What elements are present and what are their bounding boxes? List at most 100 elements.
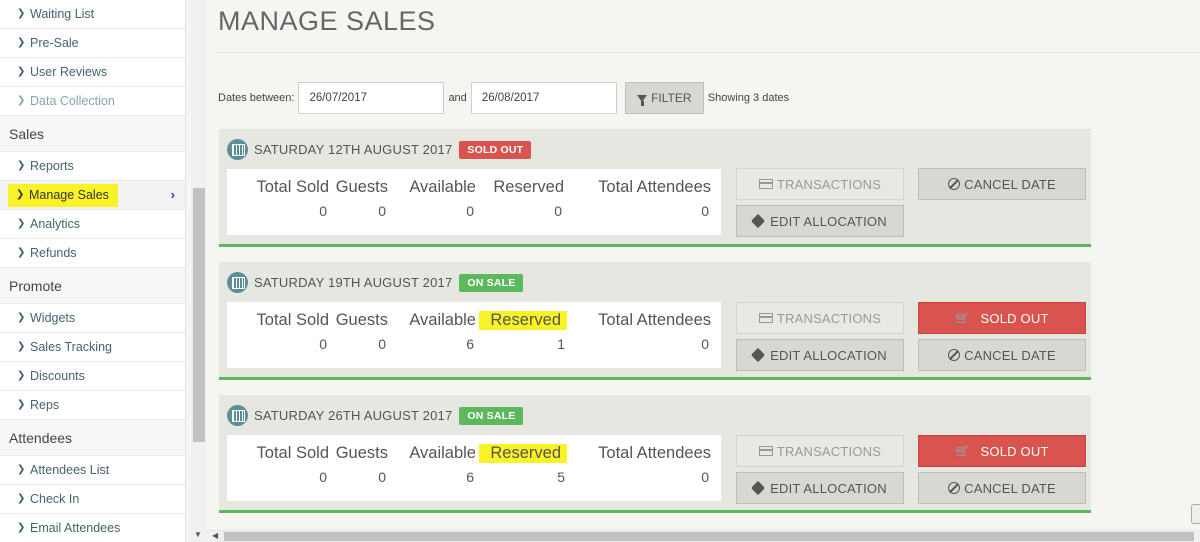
stat-label: Total Attendees — [598, 444, 711, 462]
stat-label: Total Attendees — [598, 311, 711, 329]
date-title: SATURDAY 19TH AUGUST 2017 — [254, 275, 453, 290]
sidebar-item-manage-sales[interactable]: ❯ Manage Sales › — [0, 181, 185, 210]
edit-allocation-button[interactable]: EDIT ALLOCATION — [736, 339, 904, 371]
sidebar-item-reports[interactable]: ❯ Reports — [0, 152, 185, 181]
date-card-header: SATURDAY 12TH AUGUST 2017 SOLD OUT — [227, 139, 532, 160]
sidebar-item-check-in[interactable]: ❯ Check In — [0, 485, 185, 514]
chevron-right-icon: ❯ — [17, 341, 26, 352]
stat-available: Available 0 — [398, 178, 476, 219]
date-filter: Dates between: and FILTER Showing 3 date… — [218, 82, 789, 114]
transactions-button[interactable]: TRANSACTIONS — [736, 302, 904, 334]
stat-value: 0 — [378, 336, 386, 352]
credit-card-icon — [758, 313, 773, 323]
sidebar-item-sales-tracking[interactable]: ❯ Sales Tracking — [0, 333, 185, 362]
sidebar-item-label: Sales Tracking — [30, 340, 112, 354]
chevron-right-icon: ❯ — [17, 522, 26, 533]
credit-card-icon — [758, 179, 773, 189]
cart-icon: 🛒 — [955, 311, 971, 325]
start-date-input[interactable] — [298, 82, 445, 114]
stat-value: 0 — [701, 336, 709, 352]
stat-label: Available — [409, 311, 476, 329]
button-label: SOLD OUT — [980, 310, 1049, 326]
stat-guests: Guests 0 — [332, 178, 388, 219]
sidebar-item-pre-sale[interactable]: ❯ Pre-Sale — [0, 29, 185, 58]
sold-out-button[interactable]: 🛒 SOLD OUT — [918, 435, 1086, 467]
button-label: TRANSACTIONS — [776, 443, 882, 459]
horizontal-scrollbar-thumb[interactable] — [224, 532, 1194, 541]
sold-out-button[interactable]: 🛒 SOLD OUT — [918, 302, 1086, 334]
stat-label: Total Sold — [256, 178, 329, 196]
date-card: SATURDAY 19TH AUGUST 2017 ON SALE Total … — [219, 262, 1091, 380]
side-panel-handle[interactable] — [1191, 504, 1200, 524]
tag-icon — [751, 213, 766, 229]
sidebar-item-waiting-list[interactable]: ❯ Waiting List — [0, 0, 185, 29]
scroll-left-arrow-icon[interactable]: ◀ — [212, 531, 218, 540]
calendar-icon — [227, 139, 248, 160]
stat-label-highlighted: Reserved — [479, 311, 567, 330]
button-label: TRANSACTIONS — [776, 310, 882, 326]
stat-reserved: Reserved 1 — [479, 311, 567, 352]
credit-card-icon — [758, 446, 773, 456]
stat-value: 0 — [378, 203, 386, 219]
stat-label-highlighted: Reserved — [479, 444, 567, 463]
tag-icon — [751, 480, 766, 496]
button-label: TRANSACTIONS — [776, 176, 882, 192]
transactions-button[interactable]: TRANSACTIONS — [736, 435, 904, 467]
sidebar-item-label: Widgets — [30, 311, 76, 325]
date-card: SATURDAY 12TH AUGUST 2017 SOLD OUT Total… — [219, 129, 1091, 247]
sidebar-item-attendees-list[interactable]: ❯ Attendees List — [0, 456, 185, 485]
stats-panel: Total Sold 0 Guests 0 Available 0 Reserved 0… — [227, 169, 721, 235]
chevron-right-icon: ❯ — [17, 160, 26, 171]
end-date-input[interactable] — [470, 82, 617, 114]
cancel-date-button[interactable]: CANCEL DATE — [918, 472, 1086, 504]
cart-icon: 🛒 — [955, 444, 971, 458]
sidebar-item-label: Reps — [30, 398, 60, 412]
edit-allocation-button[interactable]: EDIT ALLOCATION — [736, 205, 904, 237]
stat-value: 0 — [319, 469, 327, 485]
stat-guests: Guests 0 — [332, 311, 388, 352]
dates-between-label: Dates between: — [218, 92, 295, 104]
active-arrow-icon: › — [170, 187, 175, 202]
chevron-right-icon: ❯ — [17, 464, 26, 475]
date-title: SATURDAY 26TH AUGUST 2017 — [254, 408, 453, 423]
sidebar-item-analytics[interactable]: ❯ Analytics — [0, 210, 185, 239]
stat-total-attendees: Total Attendees 0 — [581, 178, 711, 219]
transactions-button[interactable]: TRANSACTIONS — [736, 168, 904, 200]
button-label: EDIT ALLOCATION — [770, 213, 887, 229]
stats-panel: Total Sold 0 Guests 0 Available 6 Reserved 1… — [227, 302, 721, 368]
stat-total-attendees: Total Attendees 0 — [581, 311, 711, 352]
sidebar-item-label: Email Attendees — [30, 521, 121, 535]
edit-allocation-button[interactable]: EDIT ALLOCATION — [736, 472, 904, 504]
sidebar-item-label: Pre-Sale — [30, 36, 79, 50]
sidebar-item-data-collection[interactable]: ❯ Data Collection — [0, 87, 185, 116]
stat-label: Guests — [335, 444, 388, 462]
filter-button[interactable]: FILTER — [624, 82, 704, 114]
sidebar-item-widgets[interactable]: ❯ Widgets — [0, 304, 185, 333]
sidebar-item-label: Discounts — [30, 369, 85, 383]
sidebar-item-user-reviews[interactable]: ❯ User Reviews — [0, 58, 185, 87]
chevron-right-icon: ❯ — [17, 95, 26, 106]
sidebar-scrollbar-thumb[interactable] — [193, 188, 205, 442]
stat-value: 0 — [701, 203, 709, 219]
sidebar-item-email-attendees[interactable]: ❯ Email Attendees — [0, 514, 185, 542]
sidebar-item-label: Waiting List — [30, 7, 95, 21]
status-badge: ON SALE — [459, 273, 524, 292]
cancel-date-button[interactable]: CANCEL DATE — [918, 339, 1086, 371]
sidebar-item-reps[interactable]: ❯ Reps — [0, 391, 185, 420]
cancel-date-button[interactable]: CANCEL DATE — [918, 168, 1086, 200]
sidebar-group-attendees: Attendees — [0, 420, 185, 456]
sidebar-item-refunds[interactable]: ❯ Refunds — [0, 239, 185, 268]
button-label: SOLD OUT — [980, 443, 1049, 459]
sidebar-item-label: Analytics — [30, 217, 81, 231]
stat-total-attendees: Total Attendees 0 — [581, 444, 711, 485]
sidebar-item-highlight: ❯ Manage Sales — [8, 183, 118, 207]
scroll-down-arrow-icon[interactable]: ▼ — [194, 530, 202, 539]
stat-value: 0 — [319, 203, 327, 219]
stat-value: 0 — [554, 203, 562, 219]
sidebar-item-discounts[interactable]: ❯ Discounts — [0, 362, 185, 391]
button-label: EDIT ALLOCATION — [770, 347, 887, 363]
stat-value: 0 — [319, 336, 327, 352]
stat-value: 0 — [378, 469, 386, 485]
sidebar-item-label: User Reviews — [30, 65, 108, 79]
stat-label: Total Sold — [256, 444, 329, 462]
